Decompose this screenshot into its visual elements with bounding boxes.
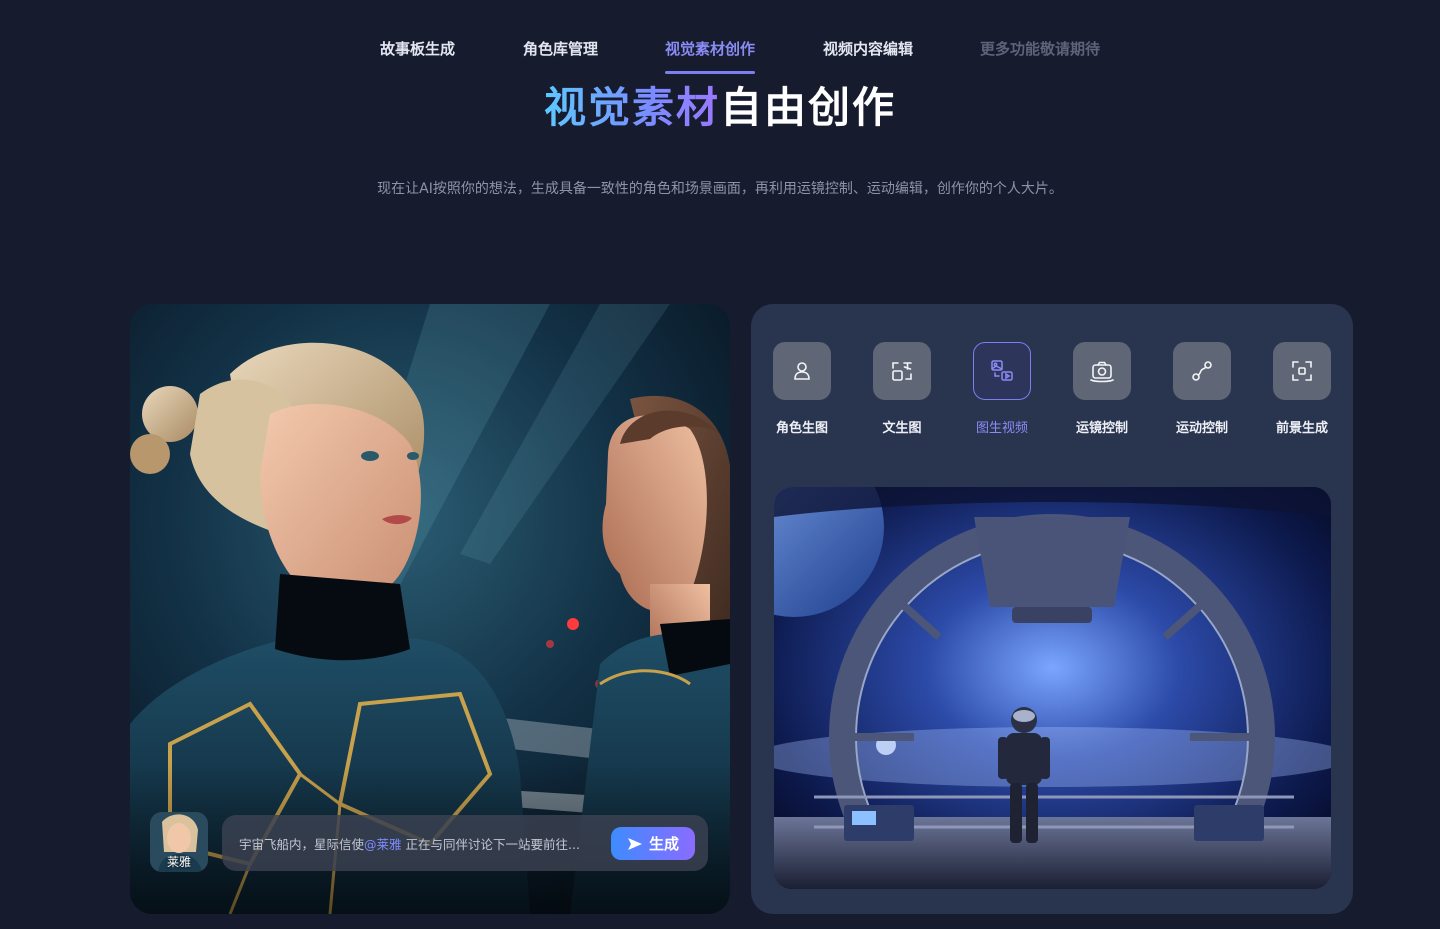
tool-character-image-label: 角色生图 xyxy=(775,421,828,436)
title-highlight: 视觉素材 xyxy=(543,83,720,132)
avatar-name: 莱雅 xyxy=(166,855,191,869)
tool-camera-control-label: 运镜控制 xyxy=(1075,421,1128,436)
tool-text-to-image-label: 文生图 xyxy=(882,421,922,436)
tool-foreground-generation-box xyxy=(1273,342,1331,400)
tools-demo-card: 角色生图 文生图 图生视频 运镜控制 运动控制 前景生成 xyxy=(751,304,1353,914)
tab-storyboard[interactable]: 故事板生成 xyxy=(380,38,455,74)
page-title: 视觉素材自由创作 xyxy=(0,80,1440,136)
focus-frame-icon xyxy=(1292,361,1312,381)
tool-motion-control-box xyxy=(1173,342,1231,400)
tool-character-image[interactable]: 角色生图 xyxy=(772,342,832,436)
generate-button[interactable]: 生成 xyxy=(611,827,695,860)
video-preview[interactable] xyxy=(774,487,1331,889)
tab-coming-soon: 更多功能敬请期待 xyxy=(980,40,1101,58)
character-avatar[interactable]: 莱雅 xyxy=(150,812,208,872)
tool-text-to-image-box xyxy=(873,342,931,400)
tool-camera-control-box xyxy=(1073,342,1131,400)
tool-foreground-generation-label: 前景生成 xyxy=(1275,421,1328,436)
person-icon xyxy=(794,362,810,380)
tool-text-to-image[interactable]: 文生图 xyxy=(872,342,932,436)
tool-character-image-box xyxy=(773,342,831,400)
camera-icon xyxy=(1090,361,1114,383)
tool-motion-control-label: 运动控制 xyxy=(1175,421,1228,436)
feature-tabs: 故事板生成 角色库管理 视觉素材创作 视频内容编辑 更多功能敬请期待 xyxy=(0,38,1440,78)
tool-motion-control[interactable]: 运动控制 xyxy=(1172,342,1232,436)
send-icon xyxy=(627,837,642,850)
tab-visual-assets[interactable]: 视觉素材创作 xyxy=(665,38,756,74)
title-rest: 自由创作 xyxy=(720,83,897,132)
tool-camera-control[interactable]: 运镜控制 xyxy=(1072,342,1132,436)
prompt-input[interactable]: 宇宙飞船内，星际信使@莱雅 正在与同伴讨论下一站要前往... 生成 xyxy=(222,815,708,871)
tab-video-editing[interactable]: 视频内容编辑 xyxy=(823,38,913,74)
tool-image-to-video-box xyxy=(973,342,1031,400)
prompt-mention[interactable]: @莱雅 xyxy=(364,837,402,852)
prompt-text: 宇宙飞船内，星际信使@莱雅 正在与同伴讨论下一站要前往... xyxy=(239,834,589,853)
prompt-suffix: 正在与同伴讨论下一站要前往... xyxy=(401,837,580,852)
prompt-prefix: 宇宙飞船内，星际信使 xyxy=(239,837,365,852)
tab-character-library[interactable]: 角色库管理 xyxy=(523,38,598,74)
image-to-video-icon xyxy=(991,360,1013,381)
spaceship-window-scene xyxy=(774,487,1331,889)
generate-label: 生成 xyxy=(648,835,679,853)
page-subtitle: 现在让AI按照你的想法，生成具备一致性的角色和场景画面，再利用运镜控制、运动编辑… xyxy=(377,181,1063,197)
tool-image-to-video-label: 图生视频 xyxy=(975,421,1028,436)
motion-path-icon xyxy=(1192,361,1212,381)
tool-foreground-generation[interactable]: 前景生成 xyxy=(1272,342,1332,436)
tool-image-to-video[interactable]: 图生视频 xyxy=(972,342,1032,436)
character-demo-card: 莱雅 宇宙飞船内，星际信使@莱雅 正在与同伴讨论下一站要前往... 生成 xyxy=(130,304,730,914)
text-to-image-icon xyxy=(892,362,912,381)
